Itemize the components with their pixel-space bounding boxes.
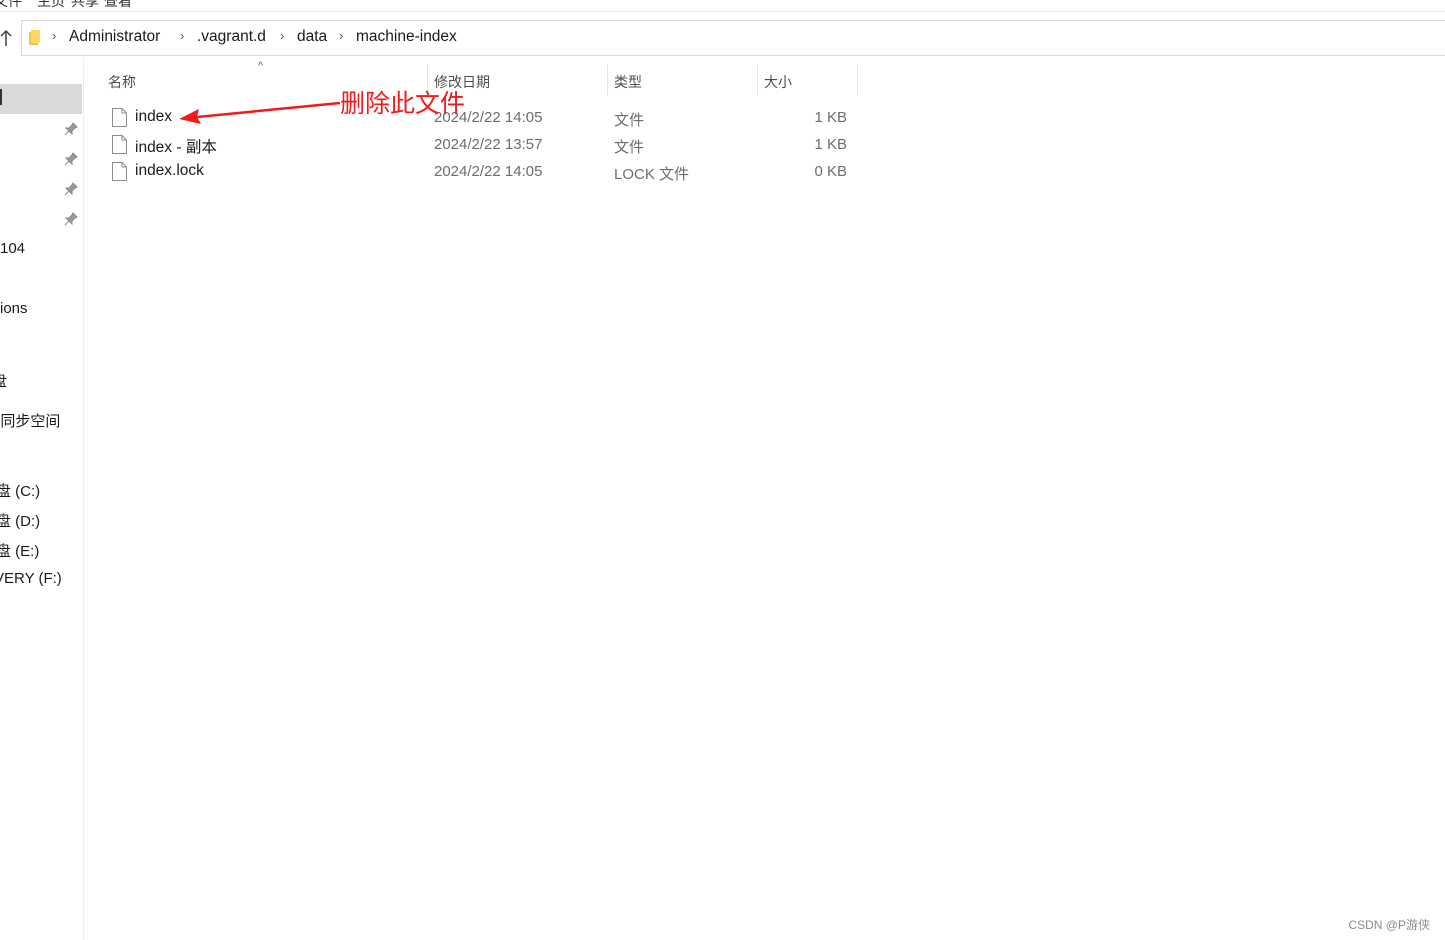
file-size: 1 KB: [814, 136, 847, 153]
pin-icon[interactable]: [64, 182, 78, 196]
file-icon: [112, 162, 127, 181]
file-date: 2024/2/22 14:05: [434, 163, 543, 180]
pin-icon[interactable]: [64, 152, 78, 166]
watermark: CSDN @P游侠: [1348, 918, 1430, 932]
breadcrumb-administrator[interactable]: Administrator: [69, 28, 160, 46]
nav-selected-item[interactable]: [0, 84, 82, 114]
menu-item-view[interactable]: 查看: [104, 0, 132, 11]
file-icon: [112, 135, 127, 154]
breadcrumb-data[interactable]: data: [297, 28, 327, 46]
navigation-pane: 104 ions 盘 5同步空间 盘 (C:) 盘 (D:) 盘 (E:) VE…: [0, 57, 84, 940]
breadcrumb-machine-index[interactable]: machine-index: [356, 28, 457, 46]
file-name[interactable]: index.lock: [135, 162, 204, 180]
up-arrow-icon[interactable]: [0, 28, 13, 48]
ribbon-menu: 文件 主页 共享 查看: [0, 0, 1445, 12]
file-row[interactable]: index.lock 2024/2/22 14:05 LOCK 文件 0 KB: [105, 159, 857, 186]
menu-item-share[interactable]: 共享: [71, 0, 99, 11]
file-type: 文件: [614, 139, 645, 156]
file-icon: [112, 108, 127, 127]
file-size: 1 KB: [814, 109, 847, 126]
nav-item-drive-c[interactable]: 盘 (C:): [0, 480, 40, 501]
nav-item-104[interactable]: 104: [0, 240, 25, 257]
nav-item-disk[interactable]: 盘: [0, 370, 7, 391]
nav-item-sync-space[interactable]: 5同步空间: [0, 410, 60, 431]
folder-icon: [29, 30, 40, 45]
pin-icon[interactable]: [64, 212, 78, 226]
nav-selected-marker: [0, 89, 2, 105]
nav-item-drive-f[interactable]: VERY (F:): [0, 570, 62, 587]
file-row[interactable]: index - 副本 2024/2/22 13:57 文件 1 KB: [105, 132, 857, 159]
menu-item-home[interactable]: 主页: [37, 0, 65, 11]
file-name[interactable]: index: [135, 108, 172, 126]
chevron-right-icon[interactable]: ›: [180, 28, 184, 43]
file-type: 文件: [614, 112, 645, 129]
pin-icon[interactable]: [64, 122, 78, 136]
file-size: 0 KB: [814, 163, 847, 180]
chevron-right-icon[interactable]: ›: [339, 28, 343, 43]
column-divider[interactable]: [857, 64, 858, 96]
breadcrumb-vagrant[interactable]: .vagrant.d: [197, 28, 266, 46]
nav-item-drive-e[interactable]: 盘 (E:): [0, 540, 39, 561]
nav-item-drive-d[interactable]: 盘 (D:): [0, 510, 40, 531]
address-bar[interactable]: › Administrator › .vagrant.d › data › ma…: [21, 20, 1445, 56]
nav-item-ions[interactable]: ions: [0, 300, 28, 317]
chevron-right-icon[interactable]: ›: [52, 28, 56, 43]
column-header-size[interactable]: 大小: [758, 62, 857, 98]
annotation-label: 删除此文件: [340, 89, 466, 118]
file-type: LOCK 文件: [614, 166, 690, 183]
annotation-arrow: [179, 101, 341, 124]
column-header-type[interactable]: 类型: [608, 62, 757, 98]
file-name[interactable]: index - 副本: [135, 135, 217, 157]
file-date: 2024/2/22 13:57: [434, 136, 543, 153]
chevron-right-icon[interactable]: ›: [280, 28, 284, 43]
menu-item-file[interactable]: 文件: [0, 0, 22, 11]
